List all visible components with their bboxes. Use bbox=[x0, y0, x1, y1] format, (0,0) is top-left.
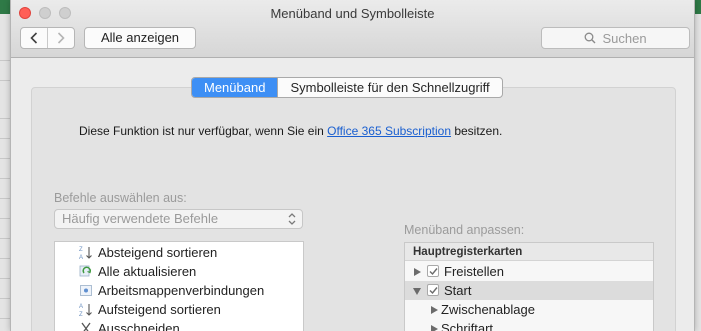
tab-menuband[interactable]: Menüband bbox=[192, 78, 278, 97]
list-item-label: Absteigend sortieren bbox=[98, 245, 218, 260]
tree-item-label: Freistellen bbox=[444, 264, 504, 279]
office365-subscription-link[interactable]: Office 365 Subscription bbox=[327, 124, 451, 138]
list-item[interactable]: A Z Aufsteigend sortieren bbox=[55, 300, 303, 319]
svg-text:A: A bbox=[79, 304, 83, 310]
sort-ascending-icon: A Z bbox=[79, 304, 92, 317]
tree-item-schriftart[interactable]: Schriftart bbox=[405, 319, 653, 331]
tree-item-label: Schriftart bbox=[441, 321, 494, 331]
list-item[interactable]: Arbeitsmappenverbindungen bbox=[55, 281, 303, 300]
svg-text:Z: Z bbox=[79, 247, 83, 253]
cut-icon bbox=[81, 322, 91, 331]
checkbox[interactable] bbox=[427, 284, 439, 296]
notice-text-end: besitzen. bbox=[451, 124, 503, 138]
notice-text: Diese Funktion ist nur verfügbar, wenn S… bbox=[79, 124, 328, 138]
window-title: Menüband und Symbolleiste bbox=[270, 6, 435, 21]
tree-item-label: Start bbox=[444, 283, 472, 298]
tree-item-start[interactable]: Start bbox=[405, 281, 653, 300]
commands-list[interactable]: Z A Absteigend sortieren Alle aktualisie… bbox=[54, 241, 304, 331]
tree-item-freistellen[interactable]: Freistellen bbox=[405, 262, 653, 281]
refresh-all-icon bbox=[79, 265, 92, 277]
svg-text:Z: Z bbox=[79, 312, 83, 317]
back-button[interactable] bbox=[21, 28, 47, 48]
tree-header: Hauptregisterkarten bbox=[405, 243, 653, 261]
forward-button[interactable] bbox=[47, 28, 74, 48]
subscription-notice: Diese Funktion ist nur verfügbar, wenn S… bbox=[79, 124, 502, 138]
list-item-label: Arbeitsmappenverbindungen bbox=[98, 283, 265, 298]
commands-source-select[interactable]: Häufig verwendete Befehle bbox=[54, 209, 303, 229]
checkbox[interactable] bbox=[427, 265, 439, 277]
customize-ribbon-label: Menüband anpassen: bbox=[404, 223, 525, 237]
list-item-label: Ausschneiden bbox=[98, 321, 180, 331]
chevron-right-icon bbox=[58, 32, 65, 44]
workbook-connections-icon bbox=[80, 285, 92, 296]
list-item[interactable]: Z A Absteigend sortieren bbox=[55, 243, 303, 262]
commands-source-label: Befehle auswählen aus: bbox=[54, 191, 187, 205]
tab-bar: Menüband Symbolleiste für den Schnellzug… bbox=[191, 77, 503, 98]
window-titlebar: Menüband und Symbolleiste Alle anzeigen … bbox=[11, 0, 694, 58]
ribbon-tree[interactable]: Hauptregisterkarten Freistellen Start Zw… bbox=[404, 242, 654, 331]
commands-source-value: Häufig verwendete Befehle bbox=[62, 211, 219, 226]
disclosure-triangle-icon[interactable] bbox=[413, 288, 421, 295]
list-item[interactable]: Alle aktualisieren bbox=[55, 262, 303, 281]
list-item-label: Aufsteigend sortieren bbox=[98, 302, 221, 317]
checkmark-icon bbox=[429, 268, 438, 276]
tree-item-label: Zwischenablage bbox=[441, 302, 535, 317]
search-field[interactable]: Suchen bbox=[541, 27, 690, 49]
background-app-titlebar bbox=[694, 0, 701, 14]
show-all-button[interactable]: Alle anzeigen bbox=[84, 27, 196, 49]
list-item[interactable]: Ausschneiden bbox=[55, 319, 303, 331]
updown-arrows-icon bbox=[288, 213, 296, 225]
tab-quick-access-toolbar[interactable]: Symbolleiste für den Schnellzugriff bbox=[277, 78, 501, 97]
checkmark-icon bbox=[429, 287, 438, 295]
chevron-left-icon bbox=[30, 32, 38, 44]
disclosure-triangle-icon[interactable] bbox=[414, 268, 421, 276]
search-icon bbox=[585, 32, 596, 44]
navigation-buttons bbox=[20, 27, 75, 49]
search-placeholder: Suchen bbox=[602, 30, 647, 46]
list-item-label: Alle aktualisieren bbox=[98, 264, 197, 279]
preferences-window: Menüband und Symbolleiste Alle anzeigen … bbox=[10, 0, 695, 331]
disclosure-triangle-icon[interactable] bbox=[431, 306, 438, 314]
svg-text:A: A bbox=[79, 255, 83, 260]
sort-descending-icon: Z A bbox=[79, 247, 92, 260]
tree-item-zwischenablage[interactable]: Zwischenablage bbox=[405, 300, 653, 319]
disclosure-triangle-icon[interactable] bbox=[431, 325, 438, 331]
